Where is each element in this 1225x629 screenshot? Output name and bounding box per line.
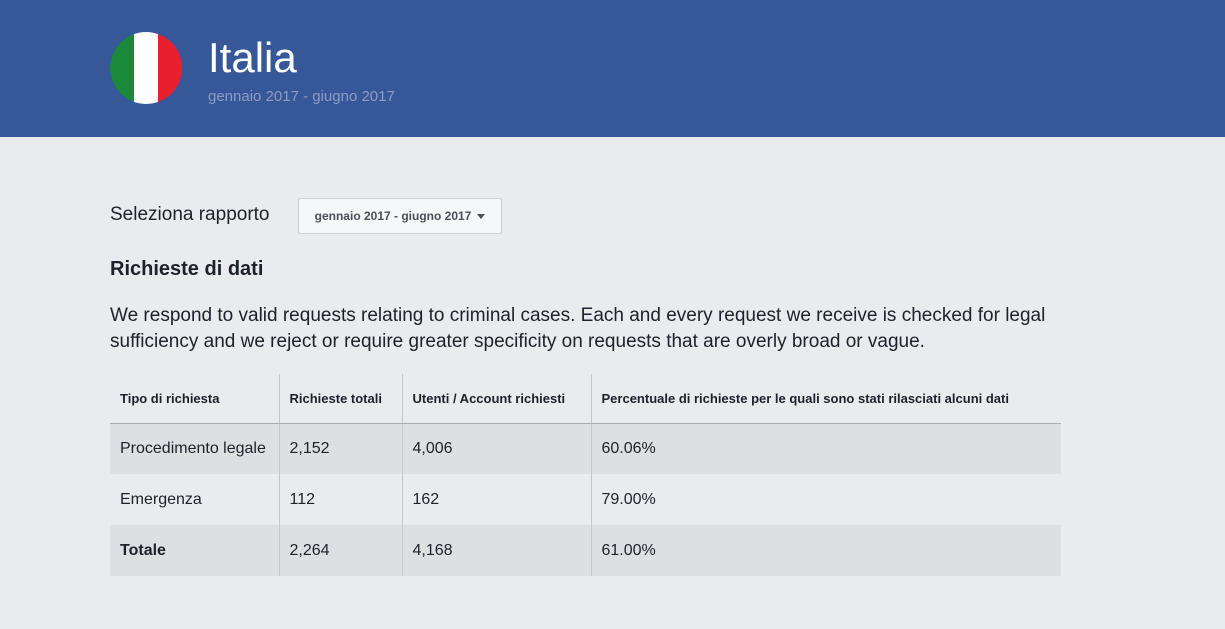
table-cell: Emergenza xyxy=(120,490,202,508)
table-cell: 79.00% xyxy=(590,474,1061,525)
section-title: Richieste di dati xyxy=(110,258,264,280)
column-header: Richieste totali xyxy=(278,374,402,424)
table-cell: 112 xyxy=(278,474,402,525)
table-cell: 61.00% xyxy=(590,525,1061,576)
table-cell: 4,168 xyxy=(401,525,591,576)
page-header: Italia gennaio 2017 - giugno 2017 xyxy=(0,0,1225,137)
table-row: Emergenza 112 162 79.00% xyxy=(110,474,1061,525)
table-cell: Totale xyxy=(110,525,279,576)
column-header: Percentuale di richieste per le quali so… xyxy=(590,374,1061,424)
table-row: Procedimento legale 2,152 4,006 60.06% xyxy=(110,423,1061,474)
dropdown-selected-value: gennaio 2017 - giugno 2017 xyxy=(314,209,472,223)
table-cell: 4,006 xyxy=(401,423,591,474)
report-period: gennaio 2017 - giugno 2017 xyxy=(208,88,395,105)
table-header-row: Tipo di richiesta Richieste totali Utent… xyxy=(110,374,1061,424)
table-cell: 2,152 xyxy=(278,423,402,474)
report-select-label: Seleziona rapporto xyxy=(110,204,270,225)
caret-down-icon xyxy=(477,213,486,219)
country-title: Italia xyxy=(208,34,297,81)
table-cell: 60.06% xyxy=(590,423,1061,474)
table-cell: 2,264 xyxy=(278,525,402,576)
column-header: Utenti / Account richiesti xyxy=(401,374,591,424)
italy-flag-icon xyxy=(110,32,182,104)
report-period-dropdown[interactable]: gennaio 2017 - giugno 2017 xyxy=(298,198,502,234)
column-header: Tipo di richiesta xyxy=(110,374,279,424)
data-requests-table: Tipo di richiesta Richieste totali Utent… xyxy=(110,374,1061,576)
table-total-row: Totale 2,264 4,168 61.00% xyxy=(110,525,1061,576)
section-description: We respond to valid requests relating to… xyxy=(110,305,1046,352)
table-cell: Procedimento legale xyxy=(110,423,279,474)
table-cell: 162 xyxy=(401,474,591,525)
